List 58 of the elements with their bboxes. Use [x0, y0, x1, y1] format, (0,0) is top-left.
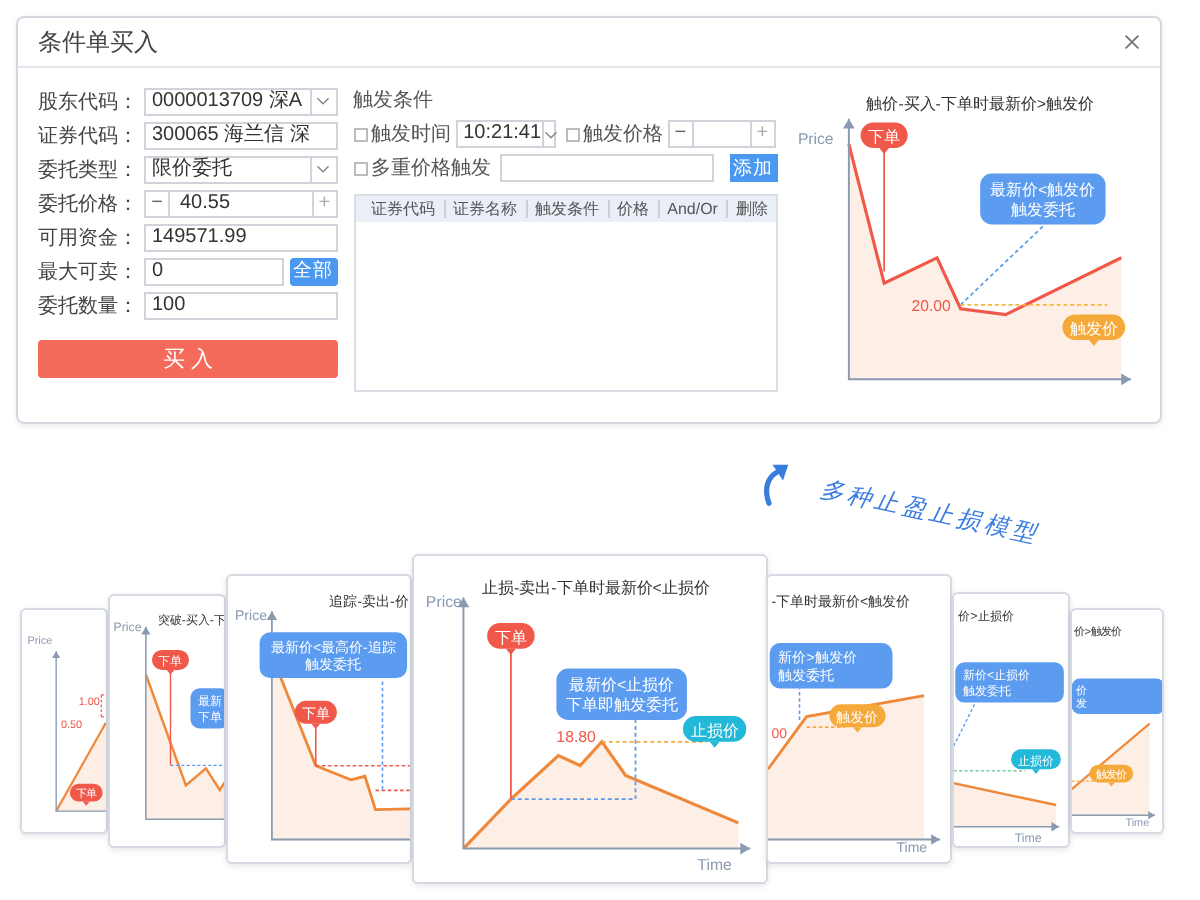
checkbox-label: 触发时间	[371, 121, 452, 148]
curved-arrow-icon	[762, 460, 790, 508]
minus-button[interactable]: −	[669, 122, 694, 146]
guide-line	[953, 701, 977, 747]
checkbox[interactable]	[353, 161, 368, 175]
callout-bubble: 最新价<止损价 下单即触发委托	[556, 668, 687, 720]
slogan-text: 多种止盈止损模型	[816, 472, 1043, 553]
field-label: 股东代码：	[38, 89, 140, 115]
order-tag: 下单	[859, 122, 907, 154]
dropdown[interactable]: 限价委托	[144, 155, 338, 183]
caret-icon	[541, 122, 558, 146]
time-dropdown[interactable]: 10:21:41	[455, 120, 556, 148]
callout-bubble: 最新价<触发价 触发委托	[979, 173, 1105, 225]
field-label: 证券代码：	[38, 123, 140, 149]
window-title: 条件单买入	[38, 25, 158, 59]
guide-line	[805, 726, 846, 728]
checkbox[interactable]	[565, 127, 580, 141]
order-tag: 下单	[487, 623, 535, 655]
guide-line	[798, 687, 801, 721]
dropdown[interactable]: 0000013709 深A	[144, 87, 338, 115]
column-header: And/Or	[659, 200, 728, 218]
minus-button[interactable]: −	[146, 191, 170, 215]
input-field[interactable]: 100	[144, 291, 338, 319]
field-label: 可用资金：	[38, 225, 140, 251]
field-label: 最大可卖：	[38, 259, 140, 285]
guide-line	[953, 770, 1026, 772]
guide-line	[100, 694, 106, 718]
price-line-drawing	[953, 782, 1057, 827]
axis-label: Price	[425, 593, 462, 612]
chart-title: 止损-卖出-下单时最新价<止损价	[482, 579, 710, 598]
input-field[interactable]	[499, 154, 714, 182]
axes-drawing	[953, 822, 1060, 832]
close-icon[interactable]	[1124, 34, 1140, 50]
input-field[interactable]: 300065 海兰信 深	[144, 121, 338, 149]
price-label: 20.00	[910, 296, 951, 315]
axis-label: Price	[797, 130, 833, 149]
field-label: 委托价格：	[38, 191, 140, 217]
input-field[interactable]: 40.55	[170, 191, 312, 215]
axis-label: Time	[697, 856, 732, 875]
axes-drawing	[1071, 811, 1156, 820]
checkbox[interactable]	[353, 127, 368, 141]
checkbox-label: 触发价格	[583, 121, 664, 148]
chart-card[interactable]: 止损-卖出-下单时最新价<止损价 Price 下单 最新价<止损价 下单即触发委托 18.80 止损价 Time	[412, 554, 768, 884]
column-header: 删除	[733, 200, 770, 218]
input-field[interactable]: 0	[144, 257, 284, 285]
field-label: 委托类型：	[38, 157, 140, 183]
column-header: 证券名称	[445, 200, 528, 218]
field-label: 委托数量：	[38, 293, 140, 319]
column-header: 证券代码	[363, 200, 446, 218]
column-header: 价格	[609, 200, 660, 218]
checkbox-label: 多重价格触发	[371, 155, 492, 182]
input-field[interactable]: 149571.99	[144, 223, 338, 251]
chart-title: 触价-买入-下单时最新价>触发价	[865, 94, 1094, 113]
guide-line	[882, 149, 885, 273]
price-label: 18.80	[556, 727, 596, 746]
column-header: 触发条件	[527, 200, 610, 218]
section-title: 触发条件	[353, 88, 436, 114]
level-tag: 止损价	[683, 716, 747, 748]
